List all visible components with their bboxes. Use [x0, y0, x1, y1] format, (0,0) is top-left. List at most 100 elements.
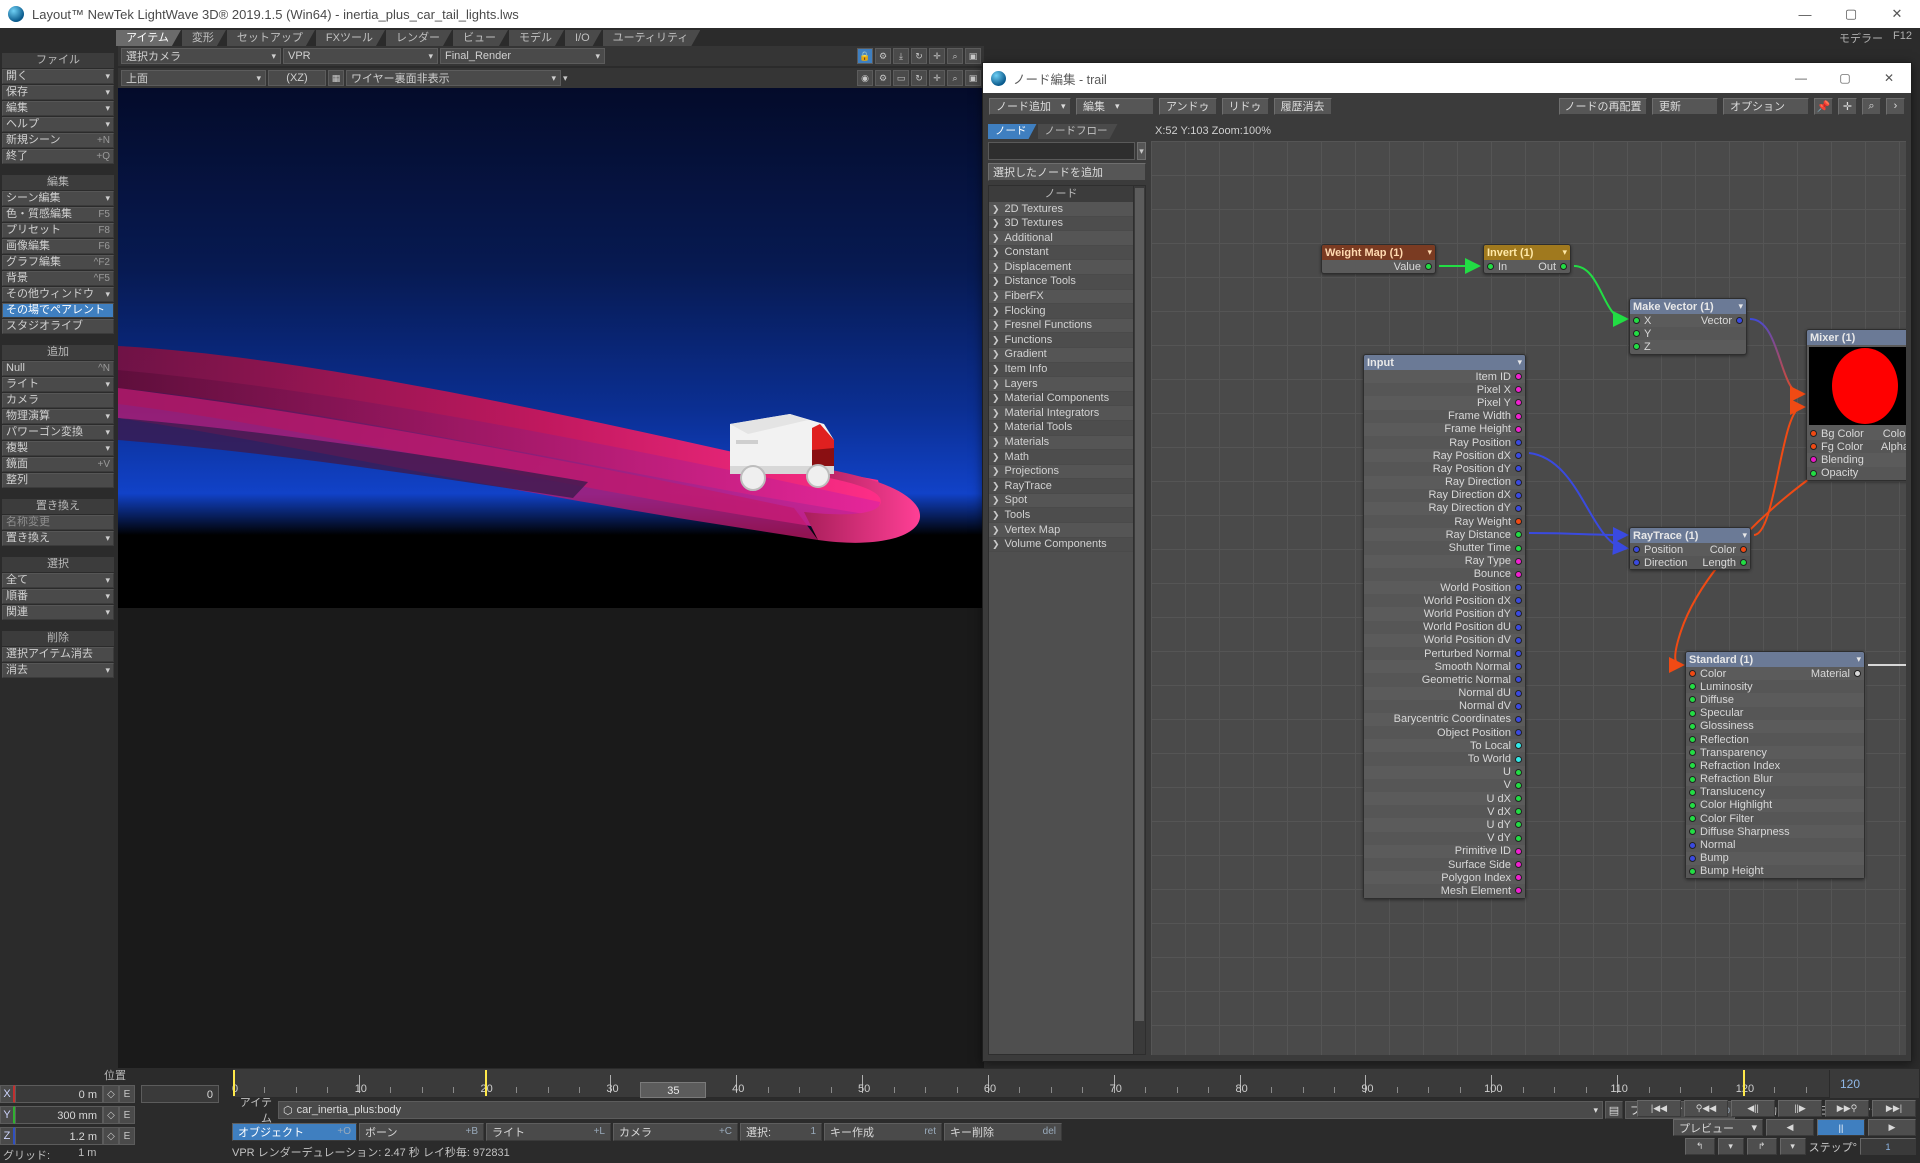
node-category-item[interactable]: ❯ Materials — [989, 435, 1133, 451]
output-port-dot[interactable] — [1854, 670, 1861, 678]
step-forward-button[interactable]: ||▶ — [1778, 1100, 1822, 1117]
minimize-button[interactable]: — — [1782, 0, 1828, 28]
output-port-dot[interactable] — [1515, 729, 1522, 737]
node-list-tab-0[interactable]: ノード — [988, 124, 1037, 139]
go-to-end-button[interactable]: ▶▶| — [1872, 1100, 1916, 1117]
input-port-dot[interactable] — [1633, 330, 1640, 338]
node-category-item[interactable]: ❯ RayTrace — [989, 479, 1133, 494]
node-header[interactable]: Invert (1) ▾ — [1484, 245, 1570, 260]
prev-key-button[interactable]: ⚲◀◀ — [1684, 1100, 1728, 1117]
input-port-dot[interactable] — [1633, 546, 1640, 554]
mode-button-0[interactable]: オブジェクト +O — [232, 1122, 357, 1141]
next-key-button[interactable]: ▶▶⚲ — [1825, 1100, 1869, 1117]
input-port-dot[interactable] — [1689, 775, 1696, 783]
move-icon[interactable]: ✛ — [1838, 97, 1857, 115]
tab-0[interactable]: アイテム — [116, 30, 181, 46]
update-button[interactable]: 更新 — [1652, 97, 1718, 115]
chevron-down-icon[interactable]: ▾ — [1717, 1138, 1744, 1155]
node-weight-map[interactable]: Weight Map (1) ▾ Value — [1321, 244, 1436, 275]
node-category-item[interactable]: ❯ 3D Textures — [989, 216, 1133, 232]
sidebar-item-0-0[interactable]: 開く ▾ — [2, 69, 114, 84]
envelope-button[interactable]: E — [119, 1127, 135, 1145]
node-category-item[interactable]: ❯ Additional — [989, 231, 1133, 246]
output-port-dot[interactable] — [1515, 702, 1522, 710]
undo-button[interactable]: アンドゥ — [1159, 97, 1217, 115]
axis-value-z[interactable]: 1.2 m — [15, 1127, 103, 1145]
chevron-right-icon[interactable]: › — [1886, 97, 1905, 115]
output-port-dot[interactable] — [1515, 439, 1522, 447]
rotate-icon[interactable]: ↻ — [911, 48, 927, 64]
chevron-down-icon[interactable]: ▾ — [1517, 357, 1522, 368]
lock-icon[interactable]: 🔒 — [857, 48, 873, 64]
node-category-item[interactable]: ❯ Volume Components — [989, 537, 1133, 553]
node-header[interactable]: RayTrace (1) ▾ — [1630, 528, 1750, 543]
sidebar-item-1-6[interactable]: その他ウィンドウ ▾ — [2, 287, 114, 302]
output-port-dot[interactable] — [1515, 781, 1522, 789]
output-port-dot[interactable] — [1515, 821, 1522, 829]
gear-icon[interactable]: ⚙ — [875, 70, 891, 86]
input-port-dot[interactable] — [1689, 683, 1696, 691]
render-mode-select[interactable]: VPR ▾ — [283, 48, 438, 64]
node-header[interactable]: Weight Map (1) ▾ — [1322, 245, 1435, 260]
output-port-dot[interactable] — [1515, 795, 1522, 803]
tab-8[interactable]: ユーティリティ — [603, 30, 701, 46]
output-port-dot[interactable] — [1515, 386, 1522, 394]
zoom-icon[interactable]: ⌕ — [947, 48, 963, 64]
output-port-dot[interactable] — [1515, 373, 1522, 381]
output-port-dot[interactable] — [1425, 263, 1432, 271]
rearrange-nodes-button[interactable]: ノードの再配置 — [1559, 97, 1647, 115]
input-port-dot[interactable] — [1810, 456, 1817, 464]
sidebar-item-2-7[interactable]: 整列 — [2, 473, 114, 488]
output-port-dot[interactable] — [1515, 874, 1522, 882]
sidebar-item-4-0[interactable]: 全て ▾ — [2, 573, 114, 588]
axis-value-y[interactable]: 300 mm — [15, 1106, 103, 1124]
scrollbar-thumb[interactable] — [1135, 188, 1144, 1022]
output-port-dot[interactable] — [1515, 847, 1522, 855]
save-image-icon[interactable]: ⤓ — [893, 48, 909, 64]
node-editor-maximize-button[interactable]: ▢ — [1823, 63, 1867, 93]
sidebar-item-0-1[interactable]: 保存 ▾ — [2, 85, 114, 100]
axis-value-x[interactable]: 0 m — [15, 1085, 103, 1103]
input-port-dot[interactable] — [1689, 867, 1696, 875]
node-list-scrollbar[interactable] — [1133, 186, 1145, 1054]
output-port-dot[interactable] — [1515, 570, 1522, 578]
sidebar-item-2-4[interactable]: パワーゴン変換 ▾ — [2, 425, 114, 440]
envelope-button[interactable]: E — [119, 1106, 135, 1124]
tab-1[interactable]: 変形 — [182, 30, 226, 46]
output-port-dot[interactable] — [1515, 425, 1522, 433]
output-port-dot[interactable] — [1736, 317, 1743, 325]
node-category-item[interactable]: ❯ Vertex Map — [989, 523, 1133, 538]
output-port-dot[interactable] — [1515, 544, 1522, 552]
modeler-link[interactable]: モデラー — [1839, 30, 1883, 46]
output-port-dot[interactable] — [1515, 491, 1522, 499]
tab-5[interactable]: ビュー — [453, 30, 508, 46]
node-make-vector[interactable]: Make Vector (1) ▾ X Vector Y Z — [1629, 298, 1747, 355]
mode-button-3[interactable]: カメラ +C — [613, 1122, 738, 1141]
pin-icon[interactable]: 📌 — [1814, 97, 1833, 115]
output-port-dot[interactable] — [1740, 546, 1747, 554]
sidebar-item-1-2[interactable]: プリセット F8 — [2, 223, 114, 238]
sidebar-item-2-5[interactable]: 複製 ▾ — [2, 441, 114, 456]
output-port-dot[interactable] — [1515, 636, 1522, 644]
tab-4[interactable]: レンダー — [386, 30, 452, 46]
keyframe-icon[interactable]: ◇ — [103, 1127, 119, 1145]
preview-select[interactable]: プレビュー ▾ — [1673, 1119, 1763, 1136]
play-forward-button[interactable]: ▶ — [1868, 1119, 1916, 1136]
redo-arrow-icon[interactable]: ↱ — [1746, 1138, 1777, 1155]
maximize-button[interactable]: ▢ — [1828, 0, 1874, 28]
output-port-dot[interactable] — [1515, 623, 1522, 631]
output-port-dot[interactable] — [1515, 399, 1522, 407]
node-category-item[interactable]: ❯ Functions — [989, 333, 1133, 348]
node-graph-canvas[interactable]: Weight Map (1) ▾ Value Invert (1) ▾ In Out Make… — [1151, 141, 1906, 1055]
chevron-down-icon[interactable]: ▾ — [1779, 1138, 1806, 1155]
node-category-item[interactable]: ❯ FiberFX — [989, 289, 1133, 305]
input-port-dot[interactable] — [1689, 736, 1696, 744]
output-port-dot[interactable] — [1515, 808, 1522, 816]
input-port-dot[interactable] — [1689, 722, 1696, 730]
sidebar-item-1-8[interactable]: スタジオライブ — [2, 319, 114, 334]
sidebar-item-1-1[interactable]: 色・質感編集 F5 — [2, 207, 114, 222]
chevron-down-icon[interactable]: ▾ — [1562, 247, 1567, 258]
input-port-dot[interactable] — [1689, 709, 1696, 717]
node-category-item[interactable]: ❯ Layers — [989, 377, 1133, 392]
node-category-item[interactable]: ❯ Material Components — [989, 391, 1133, 407]
